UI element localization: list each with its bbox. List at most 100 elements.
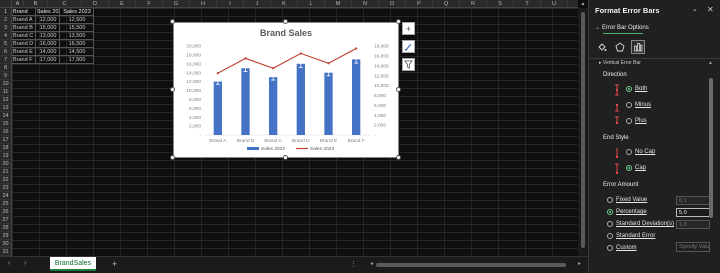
chart-title[interactable]: Brand Sales <box>174 28 398 38</box>
previous-sheet-arrow-icon[interactable]: ‹ <box>8 260 10 267</box>
pane-scroll-up-icon[interactable]: ▲ <box>708 60 713 66</box>
table-cell[interactable]: 15,000 <box>36 24 60 32</box>
row-header[interactable]: 6 <box>0 48 11 56</box>
row-header[interactable]: 10 <box>0 80 11 88</box>
radio-button[interactable] <box>626 165 632 171</box>
table-header-cell[interactable]: Brand <box>12 8 36 16</box>
column-header[interactable]: E <box>109 0 136 8</box>
select-all-corner[interactable] <box>0 0 12 8</box>
column-header[interactable]: C <box>48 0 82 8</box>
column-header[interactable]: N <box>352 0 379 8</box>
table-cell[interactable]: 13,500 <box>60 32 94 40</box>
column-header[interactable]: O <box>379 0 406 8</box>
row-header[interactable]: 28 <box>0 224 11 232</box>
table-cell[interactable]: 12,000 <box>36 16 60 24</box>
row-header[interactable]: 17 <box>0 136 11 144</box>
column-header[interactable]: I <box>217 0 244 8</box>
row-header[interactable]: 21 <box>0 168 11 176</box>
chart-resize-handle-top-left[interactable] <box>170 19 175 24</box>
row-header[interactable]: 5 <box>0 40 11 48</box>
sheet-tab-brandsales[interactable]: BrandSales <box>50 257 96 271</box>
column-header[interactable]: G <box>163 0 190 8</box>
row-header[interactable]: 12 <box>0 96 11 104</box>
table-cell[interactable]: 12,500 <box>60 16 94 24</box>
row-header[interactable]: 2 <box>0 16 11 24</box>
table-cell[interactable]: Brand F <box>12 56 36 64</box>
fixed-value-input[interactable]: 0.1 <box>676 196 710 205</box>
direction-both-radio[interactable]: Both <box>626 86 647 92</box>
column-header[interactable]: B <box>24 0 48 8</box>
tab-fill-line[interactable] <box>595 40 609 54</box>
row-header[interactable]: 27 <box>0 216 11 224</box>
row-header[interactable]: 7 <box>0 56 11 64</box>
column-header[interactable]: S <box>487 0 514 8</box>
row-header[interactable]: 8 <box>0 64 11 72</box>
column-header[interactable]: J <box>244 0 271 8</box>
row-header[interactable]: 24 <box>0 192 11 200</box>
close-icon[interactable]: ✕ <box>707 5 714 14</box>
pane-scroll-thumb[interactable] <box>709 78 713 218</box>
radio-button[interactable] <box>626 149 632 155</box>
table-cell[interactable]: 14,000 <box>36 48 60 56</box>
chart-styles-button[interactable] <box>402 40 415 53</box>
tab-error-bar-options[interactable] <box>631 40 645 54</box>
table-cell[interactable]: Brand C <box>12 32 36 40</box>
row-header[interactable]: 3 <box>0 24 11 32</box>
table-header-cell[interactable]: Sales 2022 <box>36 8 60 16</box>
column-header[interactable]: F <box>136 0 163 8</box>
chart-resize-handle-bottom-left[interactable] <box>170 155 175 160</box>
end-style-cap-radio[interactable]: Cap <box>626 165 646 171</box>
column-header[interactable]: L <box>298 0 325 8</box>
row-header[interactable]: 19 <box>0 152 11 160</box>
table-cell[interactable]: Brand A <box>12 16 36 24</box>
chart-resize-handle-right[interactable] <box>396 87 401 92</box>
row-header[interactable]: 22 <box>0 176 11 184</box>
table-cell[interactable]: 13,000 <box>36 32 60 40</box>
column-header[interactable]: R <box>460 0 487 8</box>
standard-deviation-radio[interactable]: Standard Deviation(s) <box>607 221 674 227</box>
error-bar-options-dropdown[interactable]: ⌄ Error Bar Options <box>595 24 649 31</box>
radio-button[interactable] <box>607 197 613 203</box>
row-header[interactable]: 25 <box>0 200 11 208</box>
scroll-up-arrow-icon[interactable]: ▲ <box>580 1 586 7</box>
radio-button[interactable] <box>607 233 613 239</box>
table-cell[interactable]: 16,000 <box>36 40 60 48</box>
radio-button[interactable] <box>626 86 632 92</box>
tab-effects[interactable] <box>613 40 627 54</box>
specify-value-button[interactable]: Specify Value <box>676 242 710 252</box>
table-cell[interactable]: Brand D <box>12 40 36 48</box>
chart-resize-handle-top[interactable] <box>283 19 288 24</box>
row-header[interactable]: 15 <box>0 120 11 128</box>
row-header[interactable]: 31 <box>0 248 11 256</box>
column-header[interactable]: K <box>271 0 298 8</box>
table-cell[interactable]: 17,000 <box>36 56 60 64</box>
horizontal-scroll-thumb[interactable] <box>376 263 566 267</box>
worksheet[interactable]: ABCDEFGHIJKLMNOPQRSTU 1 2 3 4 5 6 7 8 9 10 11 12 13 1… <box>0 0 588 256</box>
chart[interactable]: 20,000 18,000 16,000 14,000 12,000 10,000 8,00… <box>173 22 399 158</box>
table-cell[interactable]: 17,500 <box>60 56 94 64</box>
row-header[interactable]: 11 <box>0 88 11 96</box>
scroll-right-arrow-icon[interactable]: ▸ <box>578 260 581 267</box>
direction-minus-radio[interactable]: Minus <box>626 102 651 108</box>
row-header[interactable]: 1 <box>0 8 11 16</box>
sheet-vertical-scrollbar[interactable] <box>578 8 588 256</box>
table-cell[interactable]: 16,500 <box>60 40 94 48</box>
percentage-input[interactable]: 5.0 <box>676 208 710 217</box>
vertical-error-bar-section-header[interactable]: ▸ Vertical Error Bar <box>599 60 641 66</box>
row-header[interactable]: 29 <box>0 232 11 240</box>
radio-button[interactable] <box>607 245 613 251</box>
radio-button[interactable] <box>607 209 613 215</box>
row-header[interactable]: 13 <box>0 104 11 112</box>
fixed-value-radio[interactable]: Fixed Value <box>607 197 647 203</box>
row-header[interactable]: 23 <box>0 184 11 192</box>
table-cell[interactable]: 14,500 <box>60 48 94 56</box>
sheet-vertical-scroll-thumb[interactable] <box>581 12 585 248</box>
row-header[interactable]: 16 <box>0 128 11 136</box>
chart-filters-button[interactable] <box>402 58 415 71</box>
pane-vertical-scrollbar[interactable]: ▲ <box>708 60 714 268</box>
column-header[interactable]: M <box>325 0 352 8</box>
next-sheet-arrow-icon[interactable]: › <box>24 260 26 267</box>
table-header-cell[interactable]: Sales 2023 <box>60 8 94 16</box>
radio-button[interactable] <box>626 102 632 108</box>
column-header[interactable]: T <box>514 0 541 8</box>
